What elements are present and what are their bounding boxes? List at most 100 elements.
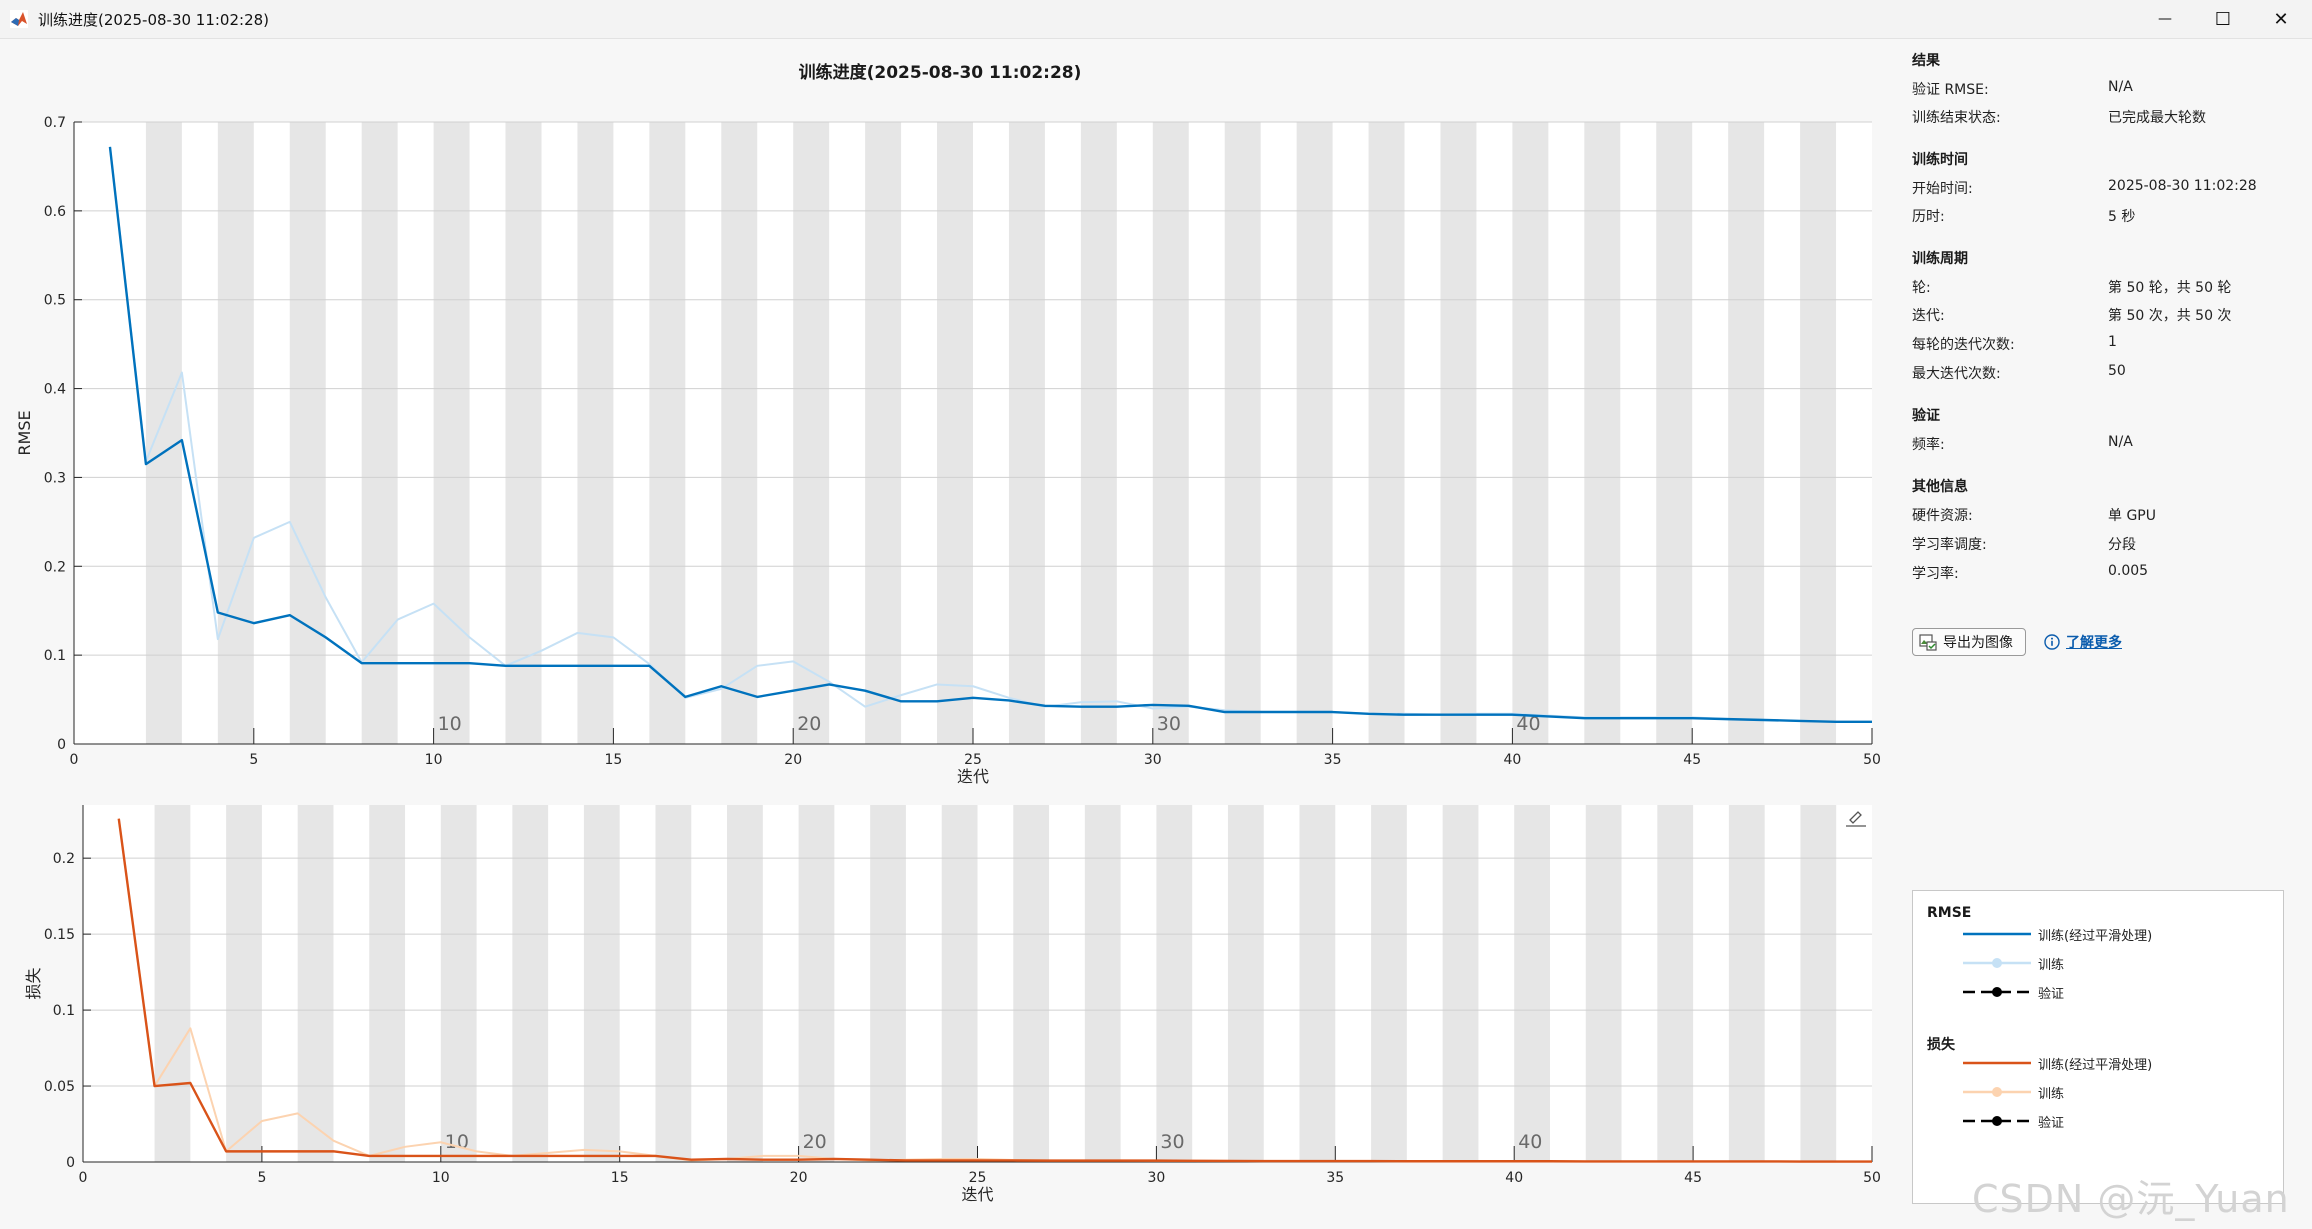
rmse-epoch-band <box>1656 122 1693 744</box>
validation-rmse-value: N/A <box>2108 79 2133 95</box>
info-panel: 结果 验证 RMSE: N/A 训练结束状态: 已完成最大轮数 训练时间 开始时… <box>1880 38 2312 1229</box>
legend-loss-validation-label: 验证 <box>2038 1116 2065 1131</box>
frequency-value: N/A <box>2108 434 2133 450</box>
matlab-app-icon <box>10 10 28 28</box>
minimize-button[interactable]: — <box>2136 0 2194 38</box>
learn-more-link[interactable]: 了解更多 <box>2044 632 2122 652</box>
rmse-epoch-band <box>577 122 614 744</box>
end-state-label: 训练结束状态: <box>1912 110 2001 126</box>
rmse-x-tick-label: 25 <box>964 752 982 768</box>
legend-rmse-train-sample <box>1963 958 2031 968</box>
export-image-button[interactable]: 导出为图像 <box>1912 628 2026 656</box>
rmse-epoch-label: 20 <box>797 713 821 735</box>
rmse-x-axis-label: 迭代 <box>957 767 989 786</box>
legend-loss-smoothed-sample <box>1963 1061 2031 1065</box>
rmse-y-tick-label: 0.1 <box>44 648 66 664</box>
results-section-title: 结果 <box>1912 53 1940 69</box>
learning-rate-label: 学习率: <box>1912 566 1959 582</box>
loss-epoch-label: 10 <box>445 1131 469 1153</box>
loss-x-tick-label: 40 <box>1505 1170 1523 1186</box>
rmse-epoch-band <box>1440 122 1477 744</box>
max-iterations-value: 50 <box>2108 363 2126 379</box>
loss-x-tick-label: 10 <box>432 1170 450 1186</box>
loss-x-axis-label: 迭代 <box>961 1185 993 1204</box>
rmse-epoch-band <box>1512 122 1549 744</box>
rmse-epoch-band <box>865 122 902 744</box>
rmse-y-tick-label: 0.3 <box>44 470 66 486</box>
loss-epoch-label: 20 <box>803 1131 827 1153</box>
hardware-label: 硬件资源: <box>1912 508 1973 524</box>
learning-rate-value: 0.005 <box>2108 563 2149 579</box>
legend-rmse-validation-label: 验证 <box>2038 987 2065 1002</box>
legend-loss-smoothed-label: 训练(经过平滑处理) <box>2038 1058 2153 1073</box>
rmse-epoch-band <box>505 122 542 744</box>
rmse-epoch-band <box>217 122 254 744</box>
close-icon: ✕ <box>2273 8 2289 30</box>
rmse-epoch-band <box>793 122 830 744</box>
legend-loss-train-sample <box>1963 1087 2031 1097</box>
rmse-y-tick-label: 0.5 <box>44 293 66 309</box>
plots-area[interactable]: 0 0.1 0.2 0.3 0.4 0.5 0.6 0.7 0 5 10 15 20 25 30 35 40 45… <box>0 38 1880 1229</box>
info-icon <box>2044 634 2060 650</box>
rmse-x-tick-label: 40 <box>1503 752 1521 768</box>
rmse-epoch-band <box>721 122 758 744</box>
max-iterations-label: 最大迭代次数: <box>1912 366 2001 382</box>
rmse-epoch-band <box>937 122 973 744</box>
end-state-value: 已完成最大轮数 <box>2108 110 2206 126</box>
loss-axes: 0 0.05 0.1 0.15 0.2 0 5 10 15 20 25 30 35 40 45 50 10 20 3… <box>24 805 1880 1204</box>
legend-loss-train-label: 训练 <box>2038 1087 2065 1102</box>
elapsed-value: 5 秒 <box>2108 209 2136 225</box>
maximize-button[interactable]: ☐ <box>2194 0 2252 38</box>
legend-loss-title: 损失 <box>1927 1037 1955 1053</box>
other-section-title: 其他信息 <box>1912 479 1968 495</box>
hardware-value: 单 GPU <box>2108 508 2156 524</box>
epoch-value: 第 50 轮，共 50 轮 <box>2108 280 2232 296</box>
legend-rmse-smoothed-sample <box>1963 932 2031 936</box>
maximize-icon: ☐ <box>2214 8 2232 30</box>
watermark: CSDN @沅_Yuan <box>1972 1177 2290 1221</box>
time-section-title: 训练时间 <box>1912 152 1968 168</box>
loss-epoch-label: 40 <box>1518 1131 1542 1153</box>
rmse-x-tick-label: 10 <box>425 752 443 768</box>
frequency-label: 频率: <box>1912 437 1945 453</box>
elapsed-label: 历时: <box>1912 209 1945 225</box>
loss-y-tick-label: 0.1 <box>53 1003 75 1019</box>
iteration-value: 第 50 次，共 50 次 <box>2108 308 2232 324</box>
minimize-icon: — <box>2158 11 2172 27</box>
export-image-label: 导出为图像 <box>1943 635 2013 651</box>
validation-section-title: 验证 <box>1912 408 1940 424</box>
rmse-y-axis-label: RMSE <box>15 410 34 455</box>
loss-y-tick-label: 0.2 <box>53 851 75 867</box>
cycle-section-title: 训练周期 <box>1912 251 1968 267</box>
rmse-axes: 0 0.1 0.2 0.3 0.4 0.5 0.6 0.7 0 5 10 15 20 25 30 35 40 45… <box>15 115 1880 786</box>
loss-x-tick-label: 20 <box>790 1170 808 1186</box>
rmse-epoch-band <box>1008 122 1045 744</box>
rmse-x-tick-label: 15 <box>604 752 622 768</box>
rmse-epoch-band <box>145 122 182 744</box>
loss-x-tick-label: 15 <box>611 1170 629 1186</box>
rmse-x-tick-label: 45 <box>1683 752 1701 768</box>
loss-x-tick-label: 5 <box>257 1170 266 1186</box>
start-time-label: 开始时间: <box>1912 181 1973 197</box>
rmse-y-tick-label: 0.2 <box>44 559 66 575</box>
window-title: 训练进度(2025-08-30 11:02:28) <box>38 11 270 29</box>
loss-x-tick-label: 0 <box>79 1170 88 1186</box>
rmse-x-tick-label: 30 <box>1144 752 1162 768</box>
validation-rmse-label: 验证 RMSE: <box>1912 82 1989 98</box>
loss-x-tick-label: 30 <box>1147 1170 1165 1186</box>
rmse-x-tick-label: 0 <box>70 752 79 768</box>
rmse-y-tick-label: 0.7 <box>44 115 66 131</box>
start-time-value: 2025-08-30 11:02:28 <box>2108 178 2257 194</box>
iter-per-epoch-label: 每轮的迭代次数: <box>1912 337 2015 353</box>
rmse-epoch-band <box>1800 122 1837 744</box>
legend-rmse-validation-sample <box>1963 987 2031 997</box>
rmse-epoch-band <box>1152 122 1189 744</box>
legend-rmse-smoothed-label: 训练(经过平滑处理) <box>2038 929 2153 944</box>
rmse-epoch-band <box>1296 122 1333 744</box>
rmse-epoch-band <box>361 122 398 744</box>
rmse-epoch-band <box>1224 122 1261 744</box>
legend-panel: RMSE 训练(经过平滑处理) 训练 验证 损失 训练(经过平滑处理) 训练 验… <box>1912 890 2284 1204</box>
rmse-epoch-band <box>433 122 470 744</box>
loss-x-tick-label: 45 <box>1684 1170 1702 1186</box>
close-button[interactable]: ✕ <box>2252 0 2310 38</box>
